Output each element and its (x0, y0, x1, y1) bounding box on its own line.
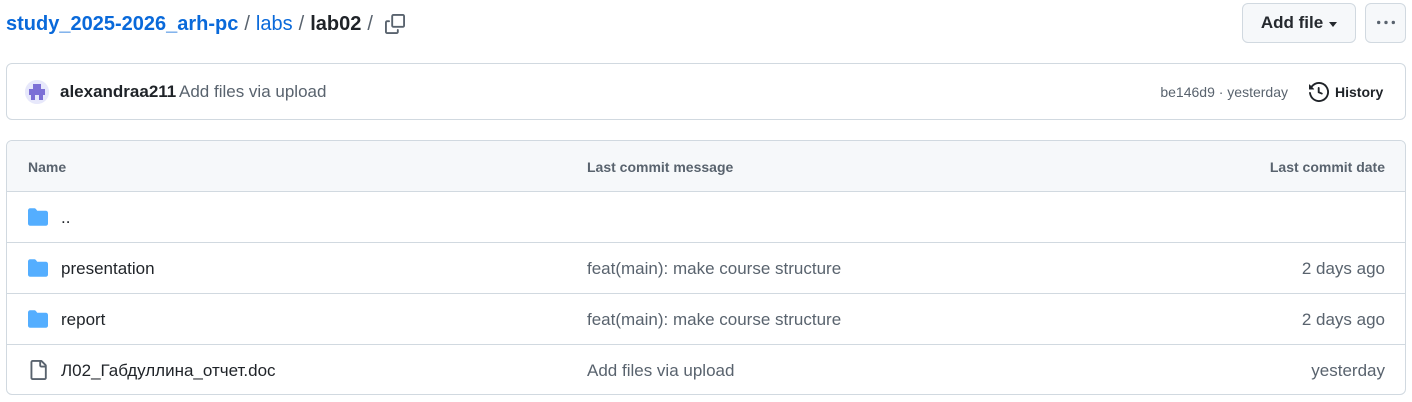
file-table: Name Last commit message Last commit dat… (6, 140, 1406, 395)
table-row[interactable]: presentation feat(main): make course str… (7, 243, 1405, 294)
table-row[interactable]: .. (7, 192, 1405, 243)
folder-icon (28, 208, 48, 226)
commit-hash-and-time[interactable]: be146d9 · yesterday (1160, 82, 1288, 102)
file-name[interactable]: report (61, 309, 105, 331)
file-name[interactable]: Л02_Габдуллина_отчет.doc (61, 360, 276, 382)
avatar[interactable] (25, 80, 49, 104)
latest-commit-bar: alexandraa211 Add files via upload be146… (6, 63, 1406, 120)
column-header-name: Name (28, 159, 67, 175)
row-commit-date: 2 days ago (1301, 310, 1385, 329)
history-label: History (1335, 84, 1384, 100)
breadcrumb-separator: / (298, 13, 305, 35)
folder-icon (28, 259, 48, 277)
breadcrumb-labs-link[interactable]: labs (256, 12, 293, 36)
table-row[interactable]: report feat(main): make course structure… (7, 294, 1405, 345)
breadcrumb-separator: / (367, 13, 373, 35)
add-file-button[interactable]: Add file (1242, 3, 1356, 43)
commit-message[interactable]: Add files via upload (179, 81, 326, 103)
file-name[interactable]: presentation (61, 258, 155, 280)
row-commit-date: 2 days ago (1301, 259, 1385, 278)
top-bar: study_2025-2026_arh-pc / labs / lab02 / … (6, 0, 1406, 48)
caret-down-icon (1329, 21, 1338, 27)
copy-icon (385, 14, 405, 34)
history-icon (1309, 82, 1329, 102)
column-header-commit-message: Last commit message (587, 159, 734, 175)
more-options-button[interactable] (1365, 3, 1406, 43)
breadcrumb: study_2025-2026_arh-pc / labs / lab02 / (6, 12, 379, 36)
kebab-horizontal-icon (1376, 20, 1395, 25)
column-header-commit-date: Last commit date (1269, 159, 1385, 175)
breadcrumb-repo-link[interactable]: study_2025-2026_arh-pc (6, 12, 238, 36)
identicon-icon (25, 80, 49, 104)
row-commit-message[interactable]: Add files via upload (587, 360, 734, 382)
table-header: Name Last commit message Last commit dat… (7, 141, 1405, 192)
folder-icon (28, 310, 48, 328)
table-row[interactable]: Л02_Габдуллина_отчет.doc Add files via u… (7, 345, 1405, 394)
add-file-label: Add file (1260, 13, 1324, 32)
row-commit-date: yesterday (1311, 361, 1385, 380)
breadcrumb-separator: / (244, 13, 250, 35)
file-icon (30, 360, 47, 380)
row-commit-message[interactable]: feat(main): make course structure (587, 309, 841, 331)
commit-author[interactable]: alexandraa211 (60, 81, 176, 103)
history-button[interactable]: History (1309, 78, 1383, 106)
row-commit-message[interactable]: feat(main): make course structure (587, 258, 841, 280)
copy-path-button[interactable] (382, 11, 408, 37)
file-name[interactable]: .. (61, 207, 70, 229)
breadcrumb-current: lab02 (310, 13, 362, 35)
